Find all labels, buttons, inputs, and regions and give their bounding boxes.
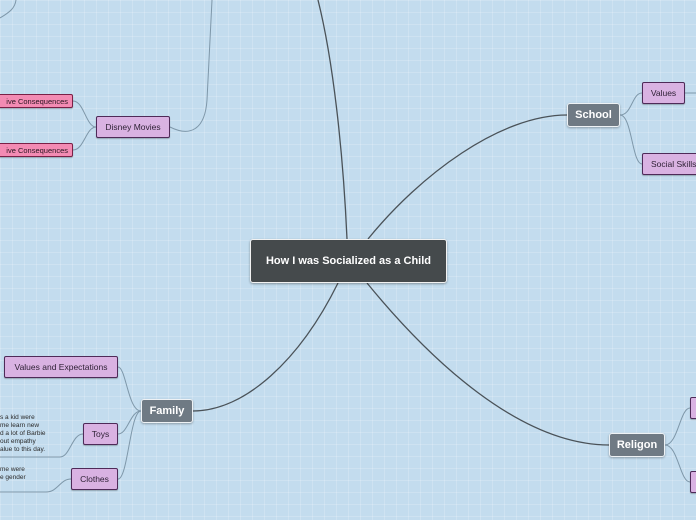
subtopic-religion-2[interactable]: [690, 471, 696, 493]
subtopic-clothes[interactable]: Clothes: [71, 468, 118, 490]
connector-school-values: [619, 92, 643, 116]
topic-family[interactable]: Family: [141, 399, 193, 423]
connector-family-values: [117, 366, 142, 412]
subtopic-disney-movies[interactable]: Disney Movies: [96, 116, 170, 138]
topic-school[interactable]: School: [567, 103, 620, 127]
toys-note-line: s a kid were: [0, 414, 35, 421]
subtopic-toys-label: Toys: [91, 429, 110, 439]
subtopic-values[interactable]: Values: [642, 82, 685, 104]
clothes-note-line: e gender: [0, 474, 26, 481]
connector-school-social: [619, 114, 643, 165]
toys-note-line: d a lot of Barbie: [0, 430, 46, 437]
subtopic-values-and-expectations-label: Values and Expectations: [14, 362, 108, 372]
connector-family-toys: [117, 410, 142, 435]
subtopic-social-skills[interactable]: Social Skills: [642, 153, 696, 175]
clothes-note: me were e gender: [0, 466, 26, 482]
subtopic-clothes-label: Clothes: [80, 474, 109, 484]
connector-central-religion: [366, 282, 610, 446]
subtopic-disney-movies-label: Disney Movies: [105, 122, 161, 132]
clothes-note-line: me were: [0, 466, 25, 473]
topic-religion-label: Religon: [616, 439, 658, 451]
central-topic[interactable]: How I was Socialized as a Child: [250, 239, 447, 283]
subtopic-values-and-expectations[interactable]: Values and Expectations: [4, 356, 118, 378]
connector-central-top: [317, 0, 348, 240]
subtopic-religion-1[interactable]: [690, 397, 696, 419]
connector-disney-c2: [72, 126, 97, 151]
consequence-node-1-label: ive Consequences: [6, 96, 68, 106]
toys-note: s a kid were me learn new d a lot of Bar…: [0, 414, 46, 454]
connector-topleft: [0, 0, 17, 19]
consequence-node-2[interactable]: ive Consequences: [0, 143, 73, 157]
consequence-node-2-label: ive Consequences: [6, 145, 68, 155]
subtopic-toys[interactable]: Toys: [83, 423, 118, 445]
toys-note-line: me learn new: [0, 422, 40, 429]
subtopic-social-skills-label: Social Skills: [651, 159, 696, 169]
connector-religion-down: [664, 444, 691, 483]
connector-disney-c1: [72, 100, 97, 128]
central-topic-label: How I was Socialized as a Child: [265, 254, 432, 267]
connector-disney-up: [169, 0, 213, 132]
connector-religion-up: [664, 407, 691, 446]
connector-central-family: [192, 282, 339, 412]
topic-school-label: School: [575, 109, 612, 121]
consequence-node-1[interactable]: ive Consequences: [0, 94, 73, 108]
toys-note-line: out empathy: [0, 438, 36, 445]
topic-family-label: Family: [149, 405, 185, 417]
topic-religion[interactable]: Religon: [609, 433, 665, 457]
toys-note-line: alue to this day.: [0, 446, 46, 453]
subtopic-values-label: Values: [650, 88, 677, 98]
connector-central-school: [367, 114, 568, 240]
